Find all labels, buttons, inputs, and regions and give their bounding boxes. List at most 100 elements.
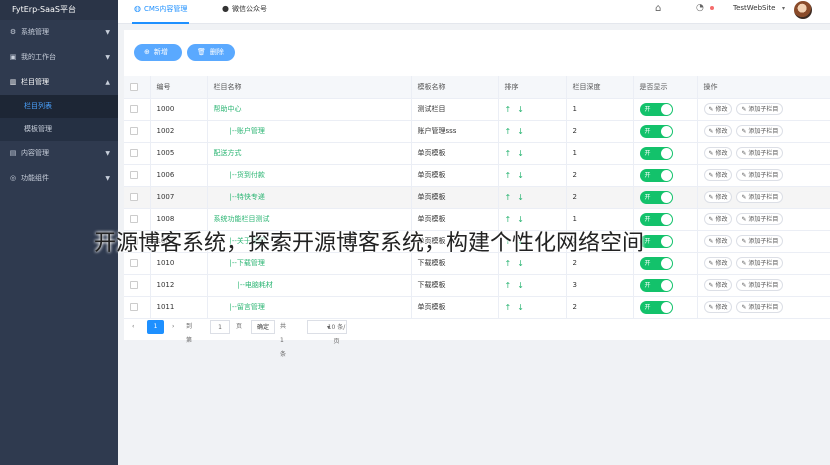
sidebar-subitem-template-manage[interactable]: 模板管理	[0, 118, 118, 141]
edit-button[interactable]: ✎ 修改	[703, 235, 733, 247]
visible-toggle[interactable]: 开	[639, 300, 673, 314]
arrow-down-icon[interactable]: ↓	[517, 303, 524, 312]
table-row[interactable]: 1005 配送方式 单页模板 ↑ ↓ 1 开 ✎ 修改 ✎ 添加子栏目	[124, 142, 830, 165]
tab-wechat[interactable]: ● 微信公众号	[222, 0, 267, 24]
table-row[interactable]: 1002 |--账户管理 账户管理sss ↑ ↓ 2 开 ✎ 修改 ✎ 添加子栏目	[124, 120, 830, 143]
arrow-down-icon[interactable]: ↓	[517, 215, 524, 224]
row-checkbox[interactable]	[130, 215, 138, 223]
row-name-link[interactable]: |--留言管理	[214, 303, 265, 311]
edit-button[interactable]: ✎ 修改	[703, 257, 733, 269]
visible-toggle[interactable]: 开	[639, 168, 673, 182]
arrow-up-icon[interactable]: ↑	[505, 105, 512, 114]
add-child-button[interactable]: ✎ 添加子栏目	[736, 191, 784, 203]
add-child-button[interactable]: ✎ 添加子栏目	[736, 169, 784, 181]
row-checkbox[interactable]	[130, 105, 138, 113]
table-row[interactable]: 1011 |--留言管理 单页模板 ↑ ↓ 2 开 ✎ 修改 ✎ 添加子栏目	[124, 296, 830, 319]
header-visible[interactable]: 是否显示	[633, 76, 698, 99]
row-checkbox[interactable]	[130, 259, 138, 267]
header-depth[interactable]: 栏目深度	[566, 76, 634, 99]
arrow-down-icon[interactable]: ↓	[517, 105, 524, 114]
arrow-up-icon[interactable]: ↑	[505, 215, 512, 224]
select-all-checkbox[interactable]	[130, 82, 138, 91]
page-input[interactable]: 1	[210, 320, 230, 334]
edit-button[interactable]: ✎ 修改	[703, 125, 733, 137]
sidebar-item-workbench[interactable]: ▣ 我的工作台 ▼	[0, 45, 118, 70]
row-checkbox[interactable]	[130, 193, 138, 201]
arrow-up-icon[interactable]: ↑	[505, 281, 512, 290]
arrow-up-icon[interactable]: ↑	[505, 127, 512, 136]
edit-button[interactable]: ✎ 修改	[703, 279, 733, 291]
arrow-up-icon[interactable]: ↑	[505, 171, 512, 180]
user-name[interactable]: TestWebSite	[733, 4, 776, 12]
visible-toggle[interactable]: 开	[639, 212, 673, 226]
sidebar-subitem-column-list[interactable]: 栏目列表	[0, 95, 118, 118]
header-name[interactable]: 栏目名称	[207, 76, 412, 99]
goto-confirm-button[interactable]: 确定	[251, 320, 275, 334]
next-page-button[interactable]: ›	[172, 320, 174, 334]
edit-button[interactable]: ✎ 修改	[703, 147, 733, 159]
visible-toggle[interactable]: 开	[639, 124, 673, 138]
add-child-button[interactable]: ✎ 添加子栏目	[736, 301, 784, 313]
arrow-down-icon[interactable]: ↓	[517, 259, 524, 268]
edit-button[interactable]: ✎ 修改	[703, 213, 733, 225]
sidebar-item-system[interactable]: ⚙ 系统管理 ▼	[0, 20, 118, 45]
row-checkbox[interactable]	[130, 171, 138, 179]
row-name-link[interactable]: |--账户管理	[214, 127, 265, 135]
prev-page-button[interactable]: ‹	[132, 320, 134, 334]
home-icon[interactable]: ⌂	[655, 3, 661, 14]
notification-icon[interactable]: ◔	[696, 3, 704, 13]
arrow-up-icon[interactable]: ↑	[505, 303, 512, 312]
header-template[interactable]: 模板名称	[411, 76, 499, 99]
arrow-up-icon[interactable]: ↑	[505, 149, 512, 158]
add-child-button[interactable]: ✎ 添加子栏目	[736, 257, 784, 269]
add-child-button[interactable]: ✎ 添加子栏目	[736, 125, 784, 137]
row-name-link[interactable]: 配送方式	[214, 149, 242, 157]
sidebar-item-components[interactable]: ◎ 功能组件 ▼	[0, 166, 118, 191]
row-name-link[interactable]: |--货到付款	[214, 171, 265, 179]
arrow-down-icon[interactable]: ↓	[517, 171, 524, 180]
edit-button[interactable]: ✎ 修改	[703, 191, 733, 203]
row-name-link[interactable]: 帮助中心	[214, 105, 242, 113]
row-name-link[interactable]: 系统功能栏目测试	[214, 215, 270, 223]
add-child-button[interactable]: ✎ 添加子栏目	[736, 235, 784, 247]
row-checkbox[interactable]	[130, 281, 138, 289]
edit-button[interactable]: ✎ 修改	[703, 169, 733, 181]
header-id[interactable]: 编号	[150, 76, 208, 99]
add-child-button[interactable]: ✎ 添加子栏目	[736, 213, 784, 225]
add-child-button[interactable]: ✎ 添加子栏目	[736, 103, 784, 115]
table-row[interactable]: 1007 |--特快专递 单页模板 ↑ ↓ 2 开 ✎ 修改 ✎ 添加子栏目	[124, 186, 830, 209]
add-child-button[interactable]: ✎ 添加子栏目	[736, 279, 784, 291]
visible-toggle[interactable]: 开	[639, 190, 673, 204]
row-name-link[interactable]: |--电脑耗材	[214, 281, 273, 289]
visible-toggle[interactable]: 开	[639, 102, 673, 116]
add-child-button[interactable]: ✎ 添加子栏目	[736, 147, 784, 159]
arrow-down-icon[interactable]: ↓	[517, 281, 524, 290]
table-row[interactable]: 1012 |--电脑耗材 下载模板 ↑ ↓ 3 开 ✎ 修改 ✎ 添加子栏目	[124, 274, 830, 297]
row-checkbox[interactable]	[130, 149, 138, 157]
current-page[interactable]: 1	[147, 320, 164, 334]
row-checkbox[interactable]	[130, 127, 138, 135]
avatar[interactable]	[794, 1, 812, 19]
visible-toggle[interactable]: 开	[639, 278, 673, 292]
table-row[interactable]: 1006 |--货到付款 单页模板 ↑ ↓ 2 开 ✎ 修改 ✎ 添加子栏目	[124, 164, 830, 187]
arrow-up-icon[interactable]: ↑	[505, 259, 512, 268]
page-size-select[interactable]: 10 条/页 ▾	[307, 320, 347, 345]
row-name-link[interactable]: |--特快专递	[214, 193, 265, 201]
header-sort[interactable]: 排序	[498, 76, 567, 99]
table-row[interactable]: 1000 帮助中心 测试栏目 ↑ ↓ 1 开 ✎ 修改 ✎ 添加子栏目	[124, 98, 830, 121]
sidebar-item-content[interactable]: ▤ 内容管理 ▼	[0, 141, 118, 166]
arrow-down-icon[interactable]: ↓	[517, 193, 524, 202]
add-button[interactable]: ⊕ 新增	[134, 44, 182, 61]
edit-button[interactable]: ✎ 修改	[703, 103, 733, 115]
visible-toggle[interactable]: 开	[639, 256, 673, 270]
chevron-down-icon[interactable]: ▾	[782, 5, 785, 12]
sidebar-item-columns[interactable]: ▥ 栏目管理 ▲	[0, 70, 118, 95]
arrow-up-icon[interactable]: ↑	[505, 193, 512, 202]
edit-button[interactable]: ✎ 修改	[703, 301, 733, 313]
visible-toggle[interactable]: 开	[639, 234, 673, 248]
row-checkbox[interactable]	[130, 303, 138, 311]
visible-toggle[interactable]: 开	[639, 146, 673, 160]
arrow-down-icon[interactable]: ↓	[517, 149, 524, 158]
row-name-link[interactable]: |--下载管理	[214, 259, 265, 267]
arrow-down-icon[interactable]: ↓	[517, 127, 524, 136]
